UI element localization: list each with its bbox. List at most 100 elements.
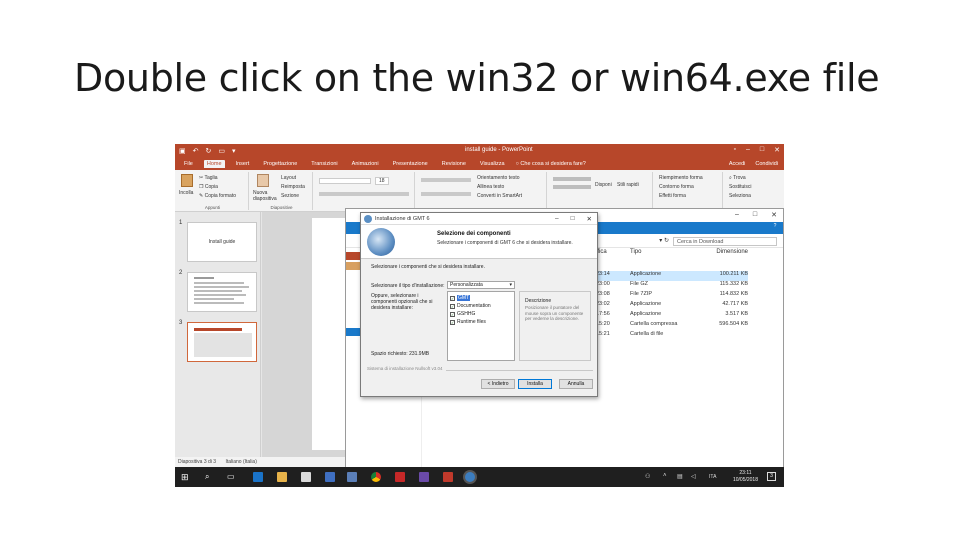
powerpoint-icon[interactable]	[443, 472, 453, 482]
tab-review[interactable]: Revisione	[439, 160, 469, 168]
component-item[interactable]: ✓ GSHHG	[450, 311, 475, 317]
app-icon[interactable]	[419, 472, 429, 482]
help-icon[interactable]: ?	[771, 222, 779, 230]
align-format-strip[interactable]	[421, 192, 471, 196]
task-view-icon[interactable]: ▭	[227, 472, 237, 482]
tell-me-search[interactable]: ○ Che cosa si desidera fare?	[516, 161, 586, 167]
close-icon[interactable]: ✕	[771, 211, 777, 219]
tab-view[interactable]: Visualizza	[477, 160, 508, 168]
minimize-icon[interactable]: –	[746, 146, 750, 154]
tab-animations[interactable]: Animazioni	[349, 160, 382, 168]
table-row[interactable]: 15:21 Cartella di file	[596, 331, 748, 341]
people-icon[interactable]: ⚇	[645, 473, 650, 480]
redo-icon[interactable]: ↻	[206, 147, 212, 155]
shape-effects-button[interactable]: Effetti forma	[659, 193, 686, 199]
reset-button[interactable]: Reimposta	[281, 184, 305, 190]
minimize-icon[interactable]: –	[555, 215, 559, 223]
search-input[interactable]: Cerca in Download	[673, 237, 777, 246]
store-icon[interactable]	[301, 472, 311, 482]
cancel-button[interactable]: Annulla	[559, 379, 593, 389]
customize-icon[interactable]: ▾	[232, 147, 236, 155]
shapes-gallery[interactable]	[553, 177, 591, 181]
arrange-button[interactable]: Disponi	[595, 182, 617, 188]
install-type-select[interactable]: Personalizzata ▾	[447, 281, 515, 289]
sign-in-link[interactable]: Accedi	[729, 161, 746, 167]
component-item[interactable]: ✓ Documentation	[450, 303, 491, 309]
paste-button[interactable]: Incolla	[179, 190, 193, 196]
app-icon[interactable]	[395, 472, 405, 482]
slide-thumbnail-3[interactable]	[187, 322, 257, 362]
tab-slideshow[interactable]: Presentazione	[390, 160, 431, 168]
shape-fill-button[interactable]: Riempimento forma	[659, 175, 703, 181]
paste-icon[interactable]	[181, 174, 193, 187]
file-explorer-icon[interactable]	[277, 472, 287, 482]
layout-button[interactable]: Layout	[281, 175, 296, 181]
smartart-button[interactable]: Converti in SmartArt	[477, 193, 522, 199]
save-icon[interactable]: ▣	[179, 147, 186, 155]
new-slide-button[interactable]: Nuova diapositiva	[253, 190, 281, 202]
close-icon[interactable]: ✕	[587, 215, 592, 223]
column-type[interactable]: Tipo	[630, 249, 690, 259]
refresh-icon[interactable]: ▾ ↻	[659, 237, 669, 244]
install-button[interactable]: Installa	[518, 379, 552, 389]
chrome-icon[interactable]	[371, 472, 381, 482]
table-row[interactable]: 23:08 File 7ZIP 114.832 KB	[596, 291, 748, 301]
close-icon[interactable]: ✕	[774, 146, 780, 154]
table-row[interactable]: 23:02 Applicazione 42.717 KB	[596, 301, 748, 311]
share-button[interactable]: Condividi	[755, 161, 778, 167]
cut-button[interactable]: ✂ Taglia	[199, 175, 218, 181]
find-button[interactable]: ⌕ Trova	[729, 175, 746, 181]
select-button[interactable]: Seleziona	[729, 193, 751, 199]
mail-icon[interactable]	[325, 472, 335, 482]
installer-taskbar-icon[interactable]	[465, 472, 475, 482]
checkbox-checked-icon[interactable]: ✓	[450, 311, 455, 317]
quick-styles-button[interactable]: Stili rapidi	[617, 182, 639, 188]
font-format-strip[interactable]	[319, 192, 409, 196]
tab-home[interactable]: Home	[203, 160, 225, 168]
clock[interactable]: 23:11 10/05/2018	[733, 470, 758, 484]
slide-thumbnail-2[interactable]	[187, 272, 257, 312]
network-icon[interactable]: ▤	[677, 473, 683, 480]
table-row[interactable]: 23:14 Applicazione 100.211 KB	[596, 271, 748, 281]
tab-insert[interactable]: Insert	[233, 160, 253, 168]
text-direction-button[interactable]: Orientamento testo	[477, 175, 520, 181]
format-painter-button[interactable]: ✎ Copia formato	[199, 193, 236, 199]
maximize-icon[interactable]: □	[753, 211, 757, 219]
edge-icon[interactable]	[253, 472, 263, 482]
notifications-icon[interactable]: 3	[767, 472, 776, 481]
checkbox-checked-icon[interactable]: ✓	[450, 303, 455, 309]
language-indicator[interactable]: Italiano (Italia)	[225, 459, 256, 465]
align-text-button[interactable]: Allinea testo	[477, 184, 504, 190]
component-item[interactable]: ✓ GMT	[450, 295, 471, 301]
list-format-strip[interactable]	[421, 178, 471, 182]
back-button[interactable]: < Indietro	[481, 379, 515, 389]
column-date[interactable]: ifica	[596, 249, 630, 259]
slide-thumbnail-1[interactable]: Install guide	[187, 222, 257, 262]
slideshow-icon[interactable]: ▭	[218, 147, 225, 155]
component-item[interactable]: ✓ Runtime files	[450, 319, 486, 325]
app-icon[interactable]	[347, 472, 357, 482]
language-indicator[interactable]: ITA	[709, 474, 716, 480]
windows-start-icon[interactable]: ⊞	[181, 472, 191, 482]
column-size[interactable]: Dimensione	[690, 249, 748, 259]
shape-outline-button[interactable]: Contorno forma	[659, 184, 694, 190]
replace-button[interactable]: Sostituisci	[729, 184, 752, 190]
shapes-gallery-row-2[interactable]	[553, 185, 591, 189]
table-row[interactable]: 23:00 File GZ 115.332 KB	[596, 281, 748, 291]
maximize-icon[interactable]: □	[760, 146, 764, 154]
table-row[interactable]: 17:56 Applicazione 3.517 KB	[596, 311, 748, 321]
volume-icon[interactable]: ◁	[691, 473, 696, 480]
search-icon[interactable]: ⌕	[205, 472, 215, 482]
checkbox-checked-icon[interactable]: ✓	[450, 295, 455, 301]
table-row[interactable]: 15:20 Cartella compressa 596.504 KB	[596, 321, 748, 331]
font-size-box[interactable]: 18	[375, 177, 389, 185]
minimize-icon[interactable]: –	[735, 211, 739, 219]
checkbox-checked-icon[interactable]: ✓	[450, 319, 455, 325]
new-slide-icon[interactable]	[257, 174, 269, 187]
tab-file[interactable]: File	[181, 160, 196, 168]
section-button[interactable]: Sezione	[281, 193, 299, 199]
copy-button[interactable]: ❐ Copia	[199, 184, 218, 190]
undo-icon[interactable]: ↶	[193, 147, 199, 155]
ribbon-options-icon[interactable]: ▫	[734, 146, 736, 154]
font-name-box[interactable]	[319, 178, 371, 184]
